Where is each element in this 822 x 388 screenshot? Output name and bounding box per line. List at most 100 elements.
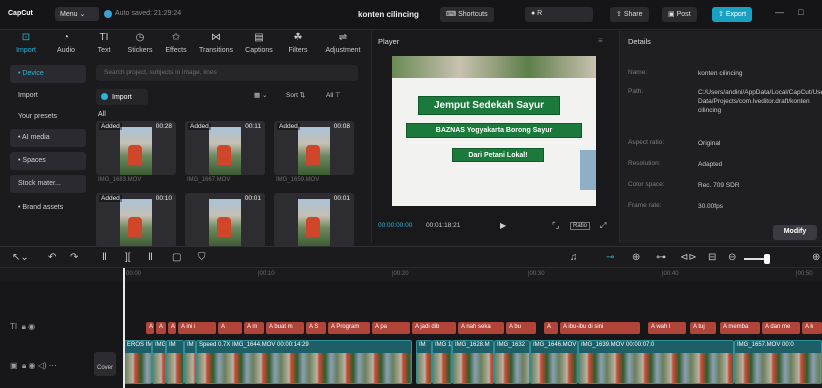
video-clip[interactable]: IMG_1639.MOV 00:00:07:0 <box>578 340 734 384</box>
view-toggle[interactable]: ▦ ⌄ <box>254 91 267 99</box>
media-thumb[interactable]: 00:01 <box>185 193 265 247</box>
sidebar-item-stock[interactable]: Stock mater... <box>10 175 86 193</box>
text-clip[interactable]: A bu <box>506 322 536 334</box>
sidebar-item-brand-assets[interactable]: • Brand assets <box>10 199 86 217</box>
text-clip[interactable]: A <box>156 322 166 334</box>
zoom-slider[interactable] <box>744 258 766 260</box>
text-clip[interactable]: A nah seka <box>458 322 504 334</box>
microphone-icon[interactable]: ♫ <box>570 252 578 263</box>
tab-captions[interactable]: ▤ Captions <box>239 31 279 61</box>
preview-axis-icon[interactable]: ⊟ <box>708 252 716 263</box>
sidebar-item-device[interactable]: • Device <box>10 65 86 83</box>
video-clip[interactable]: IM <box>416 340 432 384</box>
magnet-icon[interactable]: ⊕ <box>632 252 640 263</box>
shortcuts-button[interactable]: ⌨ Shortcuts <box>440 7 494 22</box>
text-clip[interactable]: A <box>218 322 242 334</box>
sidebar-item-spaces[interactable]: • Spaces <box>10 152 86 170</box>
import-button[interactable]: Import <box>96 89 148 105</box>
media-thumb[interactable]: 00:01 <box>274 193 354 247</box>
split-icon[interactable]: Ⅱ <box>102 252 107 263</box>
text-clip[interactable]: A S <box>306 322 326 334</box>
media-thumb[interactable]: Added 00:10 <box>96 193 176 247</box>
tab-filters[interactable]: ☘ Filters <box>278 31 318 61</box>
sidebar-item-ai-media[interactable]: • AI media <box>10 129 86 147</box>
share-button[interactable]: ⇪ Share <box>610 7 649 22</box>
text-clip[interactable]: A buat m <box>266 322 304 334</box>
text-clip[interactable]: A wah l <box>648 322 686 334</box>
video-clip[interactable]: IMG_1657.MOV 00:0 <box>734 340 822 384</box>
text-clip[interactable]: A jadi dib <box>412 322 456 334</box>
maximize-icon[interactable]: □ <box>798 7 803 17</box>
media-thumb[interactable]: Added 00:28 <box>96 121 176 175</box>
ratio-button[interactable]: Ratio <box>570 222 591 230</box>
play-icon[interactable]: ▶ <box>500 221 506 230</box>
select-tool-icon[interactable]: ↖⌄ <box>12 252 29 263</box>
redo-icon[interactable]: ↷ <box>70 252 78 263</box>
modify-button[interactable]: Modify <box>773 225 817 240</box>
tab-audio[interactable]: ◔ Audio <box>46 31 86 61</box>
undo-icon[interactable]: ↶ <box>48 252 56 263</box>
chain-icon[interactable]: ⊶ <box>656 252 666 263</box>
text-clip[interactable]: A <box>544 322 558 334</box>
split-left-icon[interactable]: ][ <box>125 252 131 263</box>
expand-icon[interactable]: ⤢ <box>600 221 606 231</box>
video-clip[interactable]: IM <box>166 340 184 384</box>
export-button[interactable]: ⇧ Export <box>712 7 753 22</box>
post-button[interactable]: ▣ Post <box>662 7 697 22</box>
minimize-icon[interactable]: — <box>775 7 784 17</box>
tab-import[interactable]: ⊡ Import <box>6 31 46 61</box>
text-clip[interactable]: A Program <box>328 322 370 334</box>
video-clip[interactable]: IMG_1628.M <box>452 340 494 384</box>
project-title[interactable]: konten cilincing <box>358 10 419 19</box>
account-toggle[interactable]: ● R <box>525 7 593 22</box>
visibility-icon[interactable]: ◉ <box>29 361 36 370</box>
delete-icon[interactable]: ▢ <box>172 252 181 263</box>
tab-adjustment[interactable]: ⇌ Adjustment <box>320 31 366 61</box>
zoom-out-icon[interactable]: ⊖ <box>728 252 736 263</box>
media-thumb[interactable]: Added 00:11 <box>185 121 265 175</box>
text-clip[interactable]: A <box>168 322 176 334</box>
search-input[interactable]: Search project, subjects in image, lines <box>96 65 358 81</box>
text-clip[interactable]: A tuj <box>690 322 716 334</box>
fullscreen-crop-icon[interactable]: ⌜⌟ <box>552 221 560 230</box>
media-thumb[interactable]: Added 00:08 <box>274 121 354 175</box>
video-clip[interactable]: EROS IM <box>124 340 152 384</box>
text-clip[interactable]: A ini i <box>178 322 216 334</box>
zoom-in-icon[interactable]: ⊕ <box>812 252 820 263</box>
text-clip[interactable]: A <box>146 322 154 334</box>
video-clip[interactable]: Speed 0.7X IMG_1644.MOV 00:00:14:29 <box>196 340 412 384</box>
timeline-ruler[interactable]: 00:00 |00:10 |00:20 |00:30 |00:40 |00:50 <box>120 268 822 282</box>
sidebar-item-import[interactable]: Import <box>10 87 86 105</box>
tab-transitions[interactable]: ⋈ Transitions <box>196 31 236 61</box>
video-clip[interactable]: IMG <box>152 340 166 384</box>
tab-stickers[interactable]: ◷ Stickers <box>120 31 160 61</box>
tab-text[interactable]: TI Text <box>84 31 124 61</box>
align-icon[interactable]: ⊲⊳ <box>680 252 697 263</box>
video-clip[interactable]: IMG_1632 <box>494 340 530 384</box>
text-clip[interactable]: A ibu-ibu di sini <box>560 322 640 334</box>
link-icon[interactable]: ⊸ <box>606 252 614 263</box>
text-clip[interactable]: A m <box>244 322 264 334</box>
text-clip[interactable]: A k <box>802 322 822 334</box>
text-clip[interactable]: A dan me <box>762 322 800 334</box>
lock-icon[interactable]: 🔒︎ <box>22 322 26 331</box>
visibility-icon[interactable]: ◉ <box>28 322 35 331</box>
audio-icon[interactable]: ◁) <box>38 361 47 370</box>
sort-button[interactable]: Sort ⇅ <box>286 91 305 99</box>
sidebar-item-presets[interactable]: Your presets <box>10 108 86 126</box>
video-clip[interactable]: IM <box>184 340 196 384</box>
tab-effects[interactable]: ✩ Effects <box>156 31 196 61</box>
text-clip[interactable]: A memba <box>720 322 760 334</box>
playhead[interactable] <box>123 268 125 388</box>
filter-button[interactable]: All ⊤ <box>326 91 341 99</box>
lock-icon[interactable]: 🔒︎ <box>22 361 26 370</box>
video-preview[interactable]: Jemput Sedekah Sayur BAZNAS Yogyakarta B… <box>392 56 596 206</box>
player-menu-icon[interactable]: ≡ <box>598 36 603 45</box>
menu-button[interactable]: Menu ⌄ <box>55 7 99 21</box>
video-clip[interactable]: IMG_1646.MOV <box>530 340 578 384</box>
zoom-slider-handle[interactable] <box>764 254 770 264</box>
marker-icon[interactable]: ⛉ <box>198 252 206 263</box>
text-clip[interactable]: A pa <box>372 322 410 334</box>
split-right-icon[interactable]: Ⅱ <box>148 252 153 263</box>
video-clip[interactable]: IMG 16 <box>432 340 452 384</box>
